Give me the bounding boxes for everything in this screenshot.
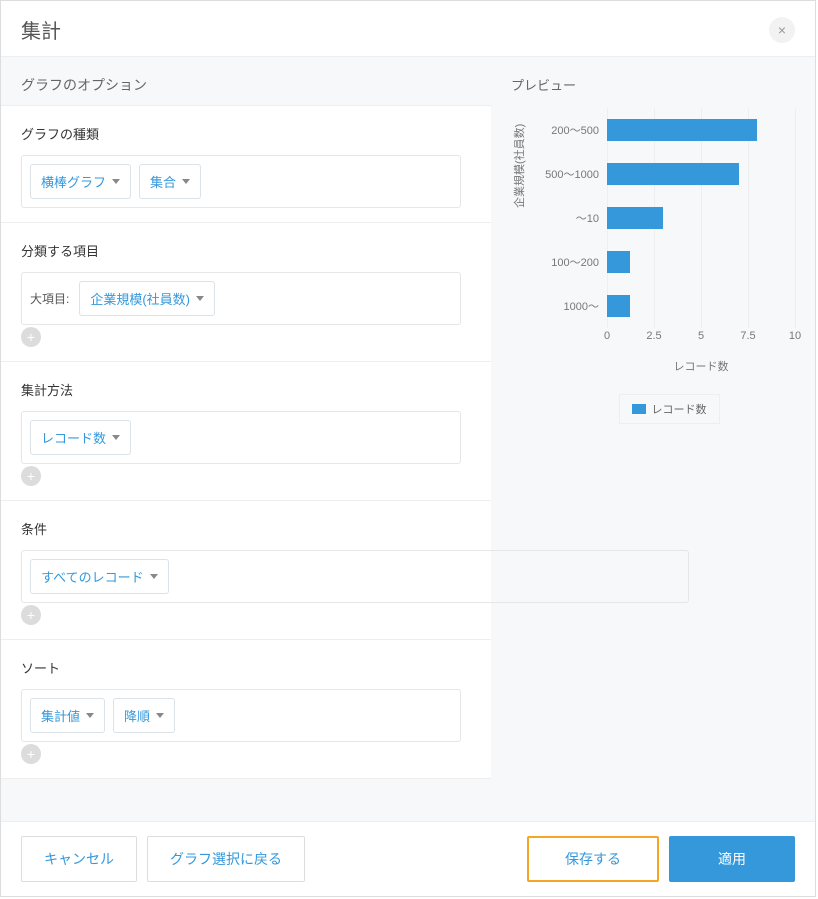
plus-icon: + xyxy=(27,747,35,761)
aggregation-modal: 集計 × グラフのオプション グラフの種類 横棒グラフ 集合 xyxy=(0,0,816,897)
plus-icon: + xyxy=(27,469,35,483)
select-value: 横棒グラフ xyxy=(41,172,106,191)
graph-mode-select[interactable]: 集合 xyxy=(139,164,201,199)
legend-swatch xyxy=(632,404,646,414)
chart-xtick: 10 xyxy=(789,330,801,342)
modal-title: 集計 xyxy=(21,15,61,44)
sort-field-select[interactable]: 集計値 xyxy=(30,698,105,733)
chart-bar-row: 200～500 xyxy=(607,119,795,141)
chart-bar xyxy=(607,119,757,141)
preview-panel: プレビュー 企業規模(社員数) 0 2.5 5 7.5 10 200～500 500～10… xyxy=(491,57,815,821)
chart-bar-label: 100～200 xyxy=(551,254,607,270)
select-value: 企業規模(社員数) xyxy=(90,289,190,308)
section-label: ソート xyxy=(21,658,471,677)
chart-bar-row: ～10 xyxy=(607,207,795,229)
chart-bar-label: 1000～ xyxy=(564,298,607,314)
chart-bar-label: 500～1000 xyxy=(545,166,607,182)
chart-yaxis-label: 企業規模(社員数) xyxy=(511,124,527,208)
section-aggregation: 集計方法 レコード数 + xyxy=(1,361,491,501)
chart-bar-label: ～10 xyxy=(576,210,607,226)
section-label: 条件 xyxy=(21,519,471,538)
section-group-by: 分類する項目 大項目: 企業規模(社員数) + xyxy=(1,222,491,362)
chevron-down-icon xyxy=(196,296,204,301)
cancel-button[interactable]: キャンセル xyxy=(21,836,137,882)
chart-bar-label: 200～500 xyxy=(551,122,607,138)
section-label: 分類する項目 xyxy=(21,241,471,260)
close-button[interactable]: × xyxy=(769,17,795,43)
filter-select[interactable]: すべてのレコード xyxy=(30,559,169,594)
modal-header: 集計 × xyxy=(1,1,815,57)
chart-bar-row: 1000～ xyxy=(607,295,795,317)
chart-plot-area: 02.557.510 200～500500～1000～10100～2001000… xyxy=(607,108,795,328)
plus-icon: + xyxy=(27,330,35,344)
chevron-down-icon xyxy=(112,179,120,184)
select-value: すべてのレコード xyxy=(41,567,144,586)
sort-order-select[interactable]: 降順 xyxy=(113,698,175,733)
preview-title: プレビュー xyxy=(511,75,795,94)
apply-button[interactable]: 適用 xyxy=(669,836,795,882)
chart-xaxis: 02.557.510 xyxy=(607,330,795,346)
chevron-down-icon xyxy=(156,713,164,718)
section-graph-type: グラフの種類 横棒グラフ 集合 xyxy=(1,105,491,223)
chart-bar xyxy=(607,295,630,317)
chevron-down-icon xyxy=(150,574,158,579)
section-filter: 条件 すべてのレコード + xyxy=(1,500,491,640)
select-value: 集合 xyxy=(150,172,176,191)
plus-icon: + xyxy=(27,608,35,622)
aggregation-controls: レコード数 xyxy=(21,411,461,464)
options-panel-title: グラフのオプション xyxy=(1,75,491,105)
chevron-down-icon xyxy=(182,179,190,184)
aggregation-select[interactable]: レコード数 xyxy=(30,420,131,455)
chart-xtick: 0 xyxy=(604,330,610,342)
save-button[interactable]: 保存する xyxy=(527,836,659,882)
chart-bar xyxy=(607,207,663,229)
group-by-controls: 大項目: 企業規模(社員数) xyxy=(21,272,461,325)
chevron-down-icon xyxy=(86,713,94,718)
section-label: グラフの種類 xyxy=(21,124,471,143)
chart-xtick: 2.5 xyxy=(646,330,661,342)
chart-bar-row: 100～200 xyxy=(607,251,795,273)
preview-chart: 企業規模(社員数) 02.557.510 200～500500～1000～101… xyxy=(511,108,795,388)
select-value: 降順 xyxy=(124,706,150,725)
chart-xtick: 5 xyxy=(698,330,704,342)
options-panel: グラフのオプション グラフの種類 横棒グラフ 集合 xyxy=(1,57,491,821)
chart-xaxis-label: レコード数 xyxy=(607,358,795,374)
add-filter-button[interactable]: + xyxy=(21,605,41,625)
select-value: 集計値 xyxy=(41,706,80,725)
legend-label: レコード数 xyxy=(652,401,707,417)
select-value: レコード数 xyxy=(41,428,106,447)
chevron-down-icon xyxy=(112,435,120,440)
chart-bar-row: 500～1000 xyxy=(607,163,795,185)
chart-xtick: 7.5 xyxy=(740,330,755,342)
graph-type-select[interactable]: 横棒グラフ xyxy=(30,164,131,199)
modal-body: グラフのオプション グラフの種類 横棒グラフ 集合 xyxy=(1,57,815,821)
modal-footer: キャンセル グラフ選択に戻る 保存する 適用 xyxy=(1,821,815,896)
field-label: 大項目: xyxy=(30,290,69,307)
chart-bar xyxy=(607,251,630,273)
group-by-select[interactable]: 企業規模(社員数) xyxy=(79,281,215,316)
add-group-button[interactable]: + xyxy=(21,327,41,347)
options-sections: グラフの種類 横棒グラフ 集合 分類する項目 xyxy=(1,105,491,779)
section-sort: ソート 集計値 降順 + xyxy=(1,639,491,779)
chart-gridline xyxy=(795,108,796,328)
close-icon: × xyxy=(778,22,786,38)
graph-type-controls: 横棒グラフ 集合 xyxy=(21,155,461,208)
section-label: 集計方法 xyxy=(21,380,471,399)
back-button[interactable]: グラフ選択に戻る xyxy=(147,836,305,882)
chart-bar xyxy=(607,163,739,185)
add-sort-button[interactable]: + xyxy=(21,744,41,764)
sort-controls: 集計値 降順 xyxy=(21,689,461,742)
add-aggregation-button[interactable]: + xyxy=(21,466,41,486)
chart-legend: レコード数 xyxy=(619,394,720,424)
